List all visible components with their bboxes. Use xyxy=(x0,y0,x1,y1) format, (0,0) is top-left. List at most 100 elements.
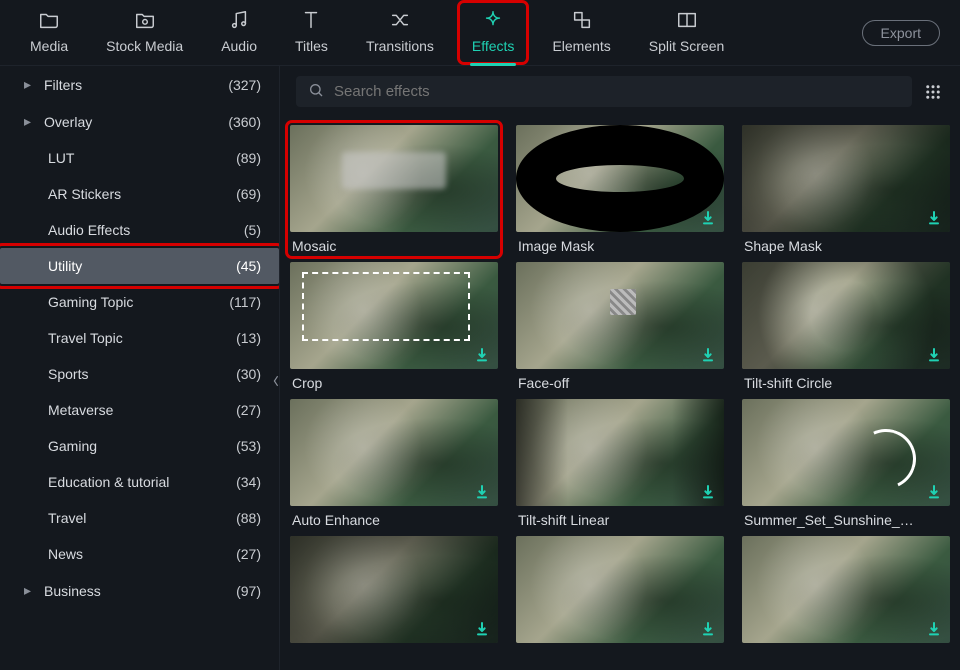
effect-thumbnail xyxy=(290,262,498,369)
tab-media[interactable]: Media xyxy=(20,5,78,60)
download-icon[interactable] xyxy=(926,484,942,500)
sidebar-item-gaming-topic[interactable]: Gaming Topic(117) xyxy=(0,284,279,320)
sidebar-item-business[interactable]: ▸Business(97) xyxy=(0,572,279,609)
sidebar-item-label: AR Stickers xyxy=(48,186,236,202)
effects-panel: Mosaic Image Mask Shape Mask Crop Face-o… xyxy=(280,66,960,670)
search-input[interactable] xyxy=(334,83,900,100)
tab-label: Media xyxy=(30,38,68,54)
effect-card[interactable]: Tilt-shift Linear xyxy=(516,399,724,528)
tab-titles[interactable]: Titles xyxy=(285,5,338,60)
sidebar-item-label: LUT xyxy=(48,150,236,166)
sidebar-item-utility[interactable]: Utility(45) xyxy=(0,248,279,284)
tab-label: Transitions xyxy=(366,38,434,54)
sidebar-item-count: (34) xyxy=(236,474,261,490)
download-icon[interactable] xyxy=(474,484,490,500)
download-icon[interactable] xyxy=(474,347,490,363)
view-grid-button[interactable] xyxy=(922,81,944,103)
tab-audio[interactable]: Audio xyxy=(211,5,267,60)
effect-card[interactable]: Shape Mask xyxy=(742,125,950,254)
tab-label: Titles xyxy=(295,38,328,54)
tab-label: Elements xyxy=(552,38,610,54)
effect-thumbnail xyxy=(742,262,950,369)
effect-label: Image Mask xyxy=(516,238,724,254)
effect-card[interactable]: Mosaic xyxy=(290,125,498,254)
sidebar-item-label: Metaverse xyxy=(48,402,236,418)
sidebar-item-count: (89) xyxy=(236,150,261,166)
download-icon[interactable] xyxy=(700,621,716,637)
sidebar-item-count: (5) xyxy=(244,222,261,238)
folder-icon xyxy=(38,9,60,34)
sidebar-item-travel[interactable]: Travel(88) xyxy=(0,500,279,536)
sidebar-item-label: Gaming Topic xyxy=(48,294,229,310)
tab-elements[interactable]: Elements xyxy=(542,5,620,60)
sidebar-item-count: (27) xyxy=(236,546,261,562)
download-icon[interactable] xyxy=(700,210,716,226)
effect-thumbnail xyxy=(290,399,498,506)
export-button[interactable]: Export xyxy=(862,20,940,46)
sidebar-item-overlay[interactable]: ▸Overlay(360) xyxy=(0,103,279,140)
sidebar-item-count: (360) xyxy=(228,114,261,130)
sidebar-item-lut[interactable]: LUT(89) xyxy=(0,140,279,176)
cloud-folder-icon xyxy=(134,9,156,34)
search-box[interactable] xyxy=(296,76,912,107)
effect-thumbnail xyxy=(742,536,950,643)
sidebar-item-label: Education & tutorial xyxy=(48,474,236,490)
download-icon[interactable] xyxy=(474,621,490,637)
effect-label: Crop xyxy=(290,375,498,391)
chevron-right-icon: ▸ xyxy=(24,76,34,93)
tab-label: Audio xyxy=(221,38,257,54)
sidebar-item-label: Sports xyxy=(48,366,236,382)
sidebar-item-count: (13) xyxy=(236,330,261,346)
sidebar-item-label: Business xyxy=(44,583,236,599)
effect-thumbnail xyxy=(516,399,724,506)
sidebar-item-label: Travel xyxy=(48,510,236,526)
sidebar-item-count: (30) xyxy=(236,366,261,382)
sidebar-item-label: Utility xyxy=(48,258,236,274)
sidebar-item-label: Travel Topic xyxy=(48,330,236,346)
download-icon[interactable] xyxy=(926,621,942,637)
sidebar-item-ar-stickers[interactable]: AR Stickers(69) xyxy=(0,176,279,212)
sidebar-item-education-tutorial[interactable]: Education & tutorial(34) xyxy=(0,464,279,500)
sidebar-item-count: (45) xyxy=(236,258,261,274)
effect-card[interactable]: Face-off xyxy=(516,262,724,391)
sidebar-item-sports[interactable]: Sports(30) xyxy=(0,356,279,392)
effect-label: Face-off xyxy=(516,375,724,391)
sidebar-item-count: (97) xyxy=(236,583,261,599)
download-icon[interactable] xyxy=(700,347,716,363)
shapes-icon xyxy=(571,9,593,34)
tab-stock[interactable]: Stock Media xyxy=(96,5,193,60)
sidebar-item-travel-topic[interactable]: Travel Topic(13) xyxy=(0,320,279,356)
effect-thumbnail xyxy=(742,125,950,232)
download-icon[interactable] xyxy=(926,347,942,363)
sidebar-collapse-handle[interactable] xyxy=(271,356,280,406)
effect-thumbnail xyxy=(516,536,724,643)
sidebar-item-audio-effects[interactable]: Audio Effects(5) xyxy=(0,212,279,248)
layout-icon xyxy=(676,9,698,34)
sidebar-item-count: (327) xyxy=(228,77,261,93)
effect-card[interactable] xyxy=(290,536,498,649)
sidebar-item-filters[interactable]: ▸Filters(327) xyxy=(0,66,279,103)
sidebar-item-gaming[interactable]: Gaming(53) xyxy=(0,428,279,464)
effect-card[interactable]: Crop xyxy=(290,262,498,391)
effect-card[interactable] xyxy=(742,536,950,649)
tab-transitions[interactable]: Transitions xyxy=(356,5,444,60)
download-icon[interactable] xyxy=(926,210,942,226)
chevron-right-icon: ▸ xyxy=(24,113,34,130)
effect-label: Auto Enhance xyxy=(290,512,498,528)
sidebar-item-count: (53) xyxy=(236,438,261,454)
effect-card[interactable]: Image Mask xyxy=(516,125,724,254)
effect-card[interactable]: Auto Enhance xyxy=(290,399,498,528)
effect-label: Tilt-shift Circle xyxy=(742,375,950,391)
sidebar-item-count: (69) xyxy=(236,186,261,202)
music-icon xyxy=(228,9,250,34)
tab-label: Stock Media xyxy=(106,38,183,54)
effect-card[interactable] xyxy=(516,536,724,649)
download-icon[interactable] xyxy=(700,484,716,500)
effect-card[interactable]: Tilt-shift Circle xyxy=(742,262,950,391)
sidebar-item-news[interactable]: News(27) xyxy=(0,536,279,572)
tab-effects[interactable]: Effects xyxy=(462,5,525,60)
sidebar-item-metaverse[interactable]: Metaverse(27) xyxy=(0,392,279,428)
tab-split[interactable]: Split Screen xyxy=(639,5,734,60)
effect-card[interactable]: Summer_Set_Sunshine_… xyxy=(742,399,950,528)
sidebar-item-count: (27) xyxy=(236,402,261,418)
